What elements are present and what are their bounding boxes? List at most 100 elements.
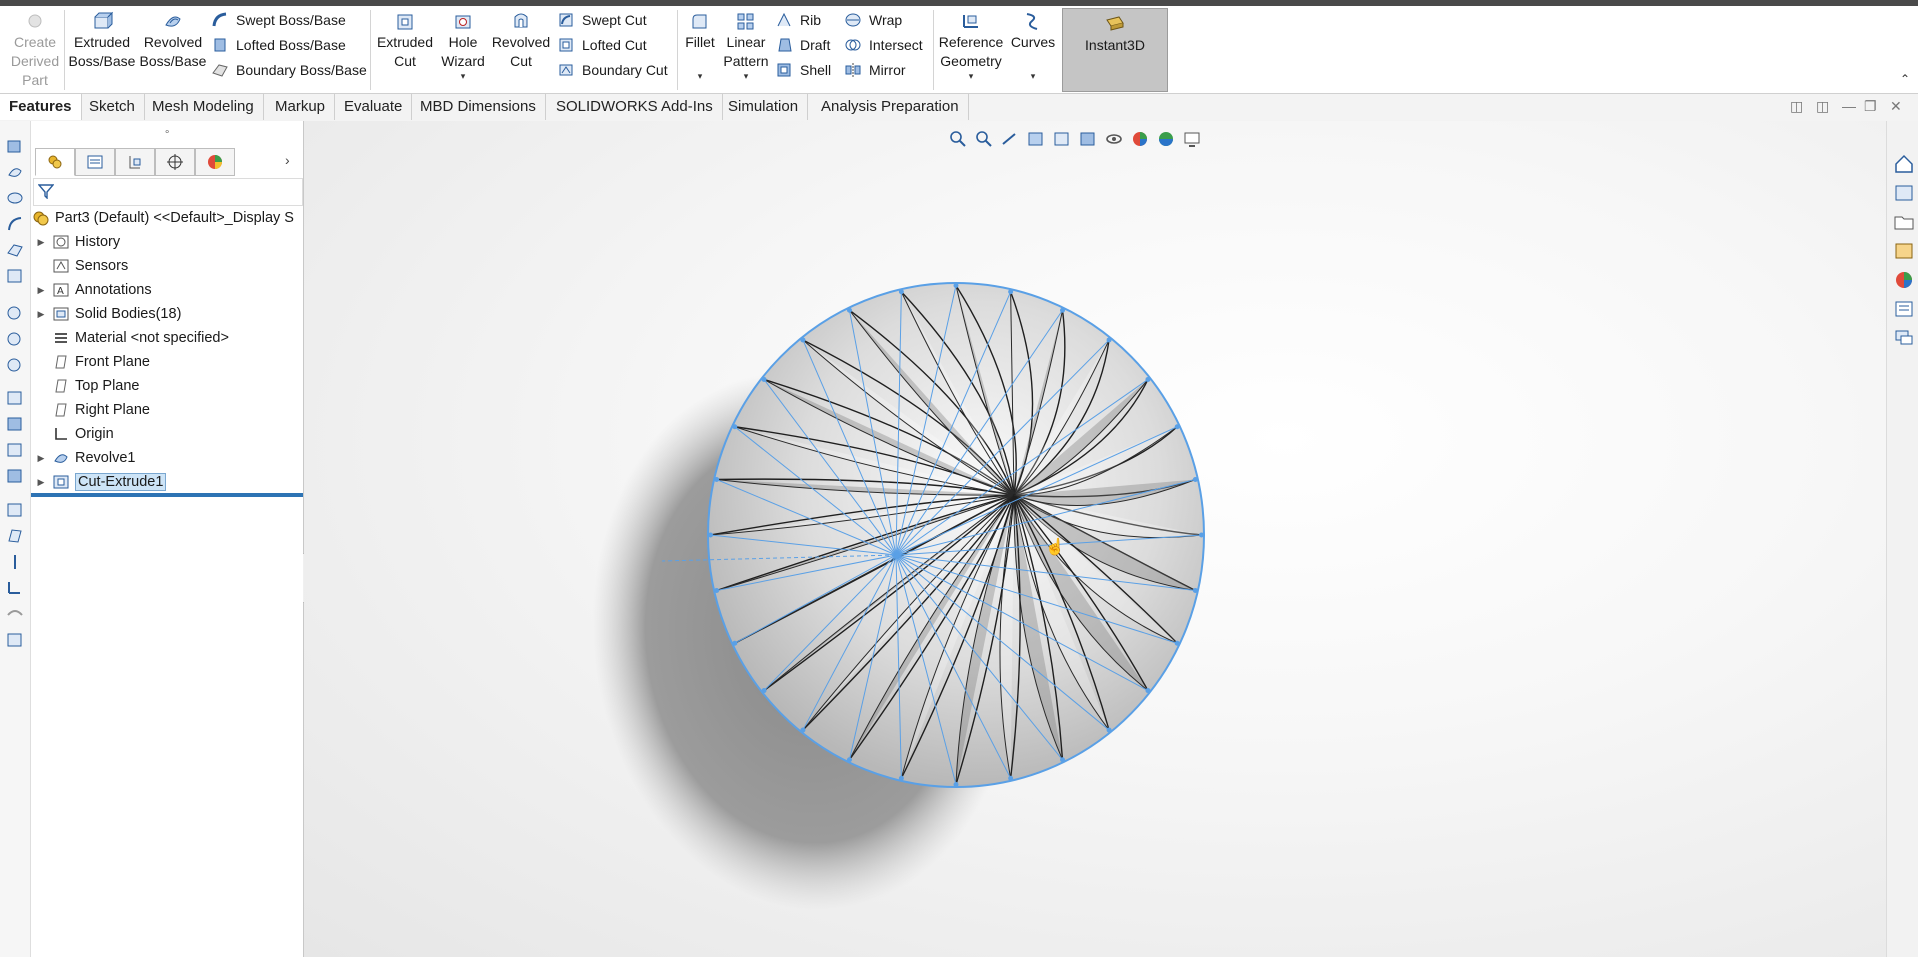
plane-shortcut-icon[interactable] xyxy=(6,527,24,545)
view-palette-icon[interactable] xyxy=(1893,240,1915,262)
hole-wizard-dropdown-icon[interactable]: ▾ xyxy=(461,71,466,81)
reference-geometry-dropdown-icon[interactable]: ▾ xyxy=(969,71,974,81)
cut-shortcut-icon[interactable] xyxy=(6,267,24,285)
tab-simulation[interactable]: Simulation xyxy=(719,94,809,120)
tab-mesh-modeling[interactable]: Mesh Modeling xyxy=(143,94,264,120)
tab-solidworks-addins[interactable]: SOLIDWORKS Add-Ins xyxy=(547,94,723,120)
extruded-cut-button[interactable]: Extruded Cut xyxy=(374,6,436,71)
selection-vertex xyxy=(1060,307,1066,313)
draft-button[interactable]: Draft xyxy=(774,33,830,57)
file-explorer-icon[interactable] xyxy=(1893,211,1915,233)
extruded-boss-button[interactable]: Extruded Boss/Base xyxy=(68,6,136,71)
tab-feature-tree[interactable] xyxy=(35,148,75,176)
sweep-shortcut-icon[interactable] xyxy=(6,215,24,233)
lofted-cut-button[interactable]: Lofted Cut xyxy=(556,33,647,57)
expand-arrow-icon[interactable]: ▶ xyxy=(35,453,47,464)
close-icon[interactable]: ✕ xyxy=(1890,98,1902,115)
boundary-shortcut-icon[interactable] xyxy=(6,241,24,259)
section-properties-icon[interactable] xyxy=(6,357,24,375)
instant3d-shortcut-icon[interactable] xyxy=(6,631,24,649)
collapse-ribbon-icon[interactable]: ⌃ xyxy=(1900,72,1910,86)
rollback-bar[interactable] xyxy=(31,493,303,497)
tree-filter-input[interactable] xyxy=(33,178,303,206)
restore-icon[interactable]: ❐ xyxy=(1864,98,1877,115)
wrap-button[interactable]: Wrap xyxy=(843,8,902,32)
tree-item-cut-extrude1[interactable]: ▶ Cut-Extrude1 xyxy=(35,471,167,493)
shell-button[interactable]: Shell xyxy=(774,58,831,82)
tabs-scroll-right-icon[interactable]: › xyxy=(285,152,290,168)
view-iso-icon[interactable] xyxy=(6,441,24,459)
intersect-button[interactable]: Intersect xyxy=(843,33,923,57)
linear-pattern-button[interactable]: Linear Pattern ▾ xyxy=(720,6,772,81)
expand-arrow-icon[interactable]: ▶ xyxy=(35,477,47,488)
curves-button[interactable]: Curves ▾ xyxy=(1007,6,1059,81)
tree-item-solid-bodies[interactable]: ▶ Solid Bodies(18) xyxy=(35,303,182,325)
tab-sketch[interactable]: Sketch xyxy=(80,94,145,120)
expand-arrow-icon[interactable]: ▶ xyxy=(35,237,47,248)
expand-arrow-icon[interactable]: ▶ xyxy=(35,285,47,296)
lofted-boss-button[interactable]: Lofted Boss/Base xyxy=(210,33,346,57)
selection-vertex xyxy=(898,289,904,295)
swept-cut-button[interactable]: Swept Cut xyxy=(556,8,647,32)
rib-button[interactable]: Rib xyxy=(774,8,821,32)
forum-icon[interactable] xyxy=(1893,327,1915,349)
extrude-shortcut-icon[interactable] xyxy=(6,137,24,155)
tree-item-origin[interactable]: Origin xyxy=(35,423,114,445)
appearances-scenes-icon[interactable] xyxy=(1893,269,1915,291)
tree-item-revolve1[interactable]: ▶ Revolve1 xyxy=(35,447,136,469)
create-derived-part-button[interactable]: Create Derived Part xyxy=(10,6,60,90)
swept-boss-button[interactable]: Swept Boss/Base xyxy=(210,8,346,32)
tile-left-icon[interactable]: ◫ xyxy=(1790,98,1803,115)
fillet-dropdown-icon[interactable]: ▾ xyxy=(698,71,703,81)
surface-icon[interactable] xyxy=(6,605,24,623)
view-orientation-icon[interactable] xyxy=(6,389,24,407)
reference-geometry-button[interactable]: Reference Geometry ▾ xyxy=(937,6,1005,81)
tab-markup[interactable]: Markup xyxy=(266,94,336,120)
graphics-area[interactable]: ☝ xyxy=(304,121,1886,957)
mass-properties-icon[interactable] xyxy=(6,331,24,349)
boundary-boss-button[interactable]: Boundary Boss/Base xyxy=(210,58,367,82)
design-library-icon[interactable] xyxy=(1893,182,1915,204)
mirror-button[interactable]: Mirror xyxy=(843,58,906,82)
tree-item-top-plane[interactable]: Top Plane xyxy=(35,375,140,397)
view-box-icon[interactable] xyxy=(6,415,24,433)
tree-item-history[interactable]: ▶ History xyxy=(35,231,121,253)
tab-display-manager[interactable] xyxy=(195,148,235,176)
tab-features[interactable]: Features xyxy=(0,94,82,120)
view-section-icon[interactable] xyxy=(6,467,24,485)
tab-property-manager[interactable] xyxy=(75,148,115,176)
revolved-boss-button[interactable]: Revolved Boss/Base xyxy=(138,6,208,71)
minimize-icon[interactable]: — xyxy=(1842,98,1856,114)
tab-dimxpert-manager[interactable] xyxy=(155,148,195,176)
coordinate-system-icon[interactable] xyxy=(6,579,24,597)
revolve-shortcut-icon[interactable] xyxy=(6,163,24,181)
measure-icon[interactable] xyxy=(6,305,24,323)
linear-pattern-dropdown-icon[interactable]: ▾ xyxy=(744,71,749,81)
tree-root-part[interactable]: Part3 (Default) <<Default>_Display S xyxy=(31,207,294,229)
fillet-button[interactable]: Fillet ▾ xyxy=(682,6,718,81)
hole-wizard-button[interactable]: Hole Wizard ▾ xyxy=(438,6,488,81)
expand-arrow-icon[interactable]: ▶ xyxy=(35,309,47,320)
appearance-icon[interactable] xyxy=(6,501,24,519)
tab-mbd-dimensions[interactable]: MBD Dimensions xyxy=(411,94,546,120)
boundary-cut-button[interactable]: Boundary Cut xyxy=(556,58,668,82)
instant3d-button[interactable]: Instant3D xyxy=(1062,8,1168,92)
curves-dropdown-icon[interactable]: ▾ xyxy=(1031,71,1036,81)
tree-item-front-plane[interactable]: Front Plane xyxy=(35,351,150,373)
model-render[interactable] xyxy=(304,121,1886,957)
tab-analysis-preparation[interactable]: Analysis Preparation xyxy=(812,94,969,120)
tab-configuration-manager[interactable] xyxy=(115,148,155,176)
tile-right-icon[interactable]: ◫ xyxy=(1816,98,1829,115)
custom-properties-icon[interactable] xyxy=(1893,298,1915,320)
tree-item-sensors[interactable]: Sensors xyxy=(35,255,128,277)
create-derived-part-label: Create Derived Part xyxy=(10,34,60,88)
panel-grip-icon[interactable]: ∘ xyxy=(164,127,170,138)
axis-shortcut-icon[interactable] xyxy=(6,553,24,571)
tree-item-right-plane[interactable]: Right Plane xyxy=(35,399,150,421)
tab-evaluate[interactable]: Evaluate xyxy=(335,94,413,120)
tree-item-material[interactable]: Material <not specified> xyxy=(35,327,229,349)
tree-item-annotations[interactable]: ▶ A Annotations xyxy=(35,279,152,301)
loft-shortcut-icon[interactable] xyxy=(6,189,24,207)
solidworks-resources-icon[interactable] xyxy=(1893,153,1915,175)
revolved-cut-button[interactable]: Revolved Cut xyxy=(490,6,552,71)
